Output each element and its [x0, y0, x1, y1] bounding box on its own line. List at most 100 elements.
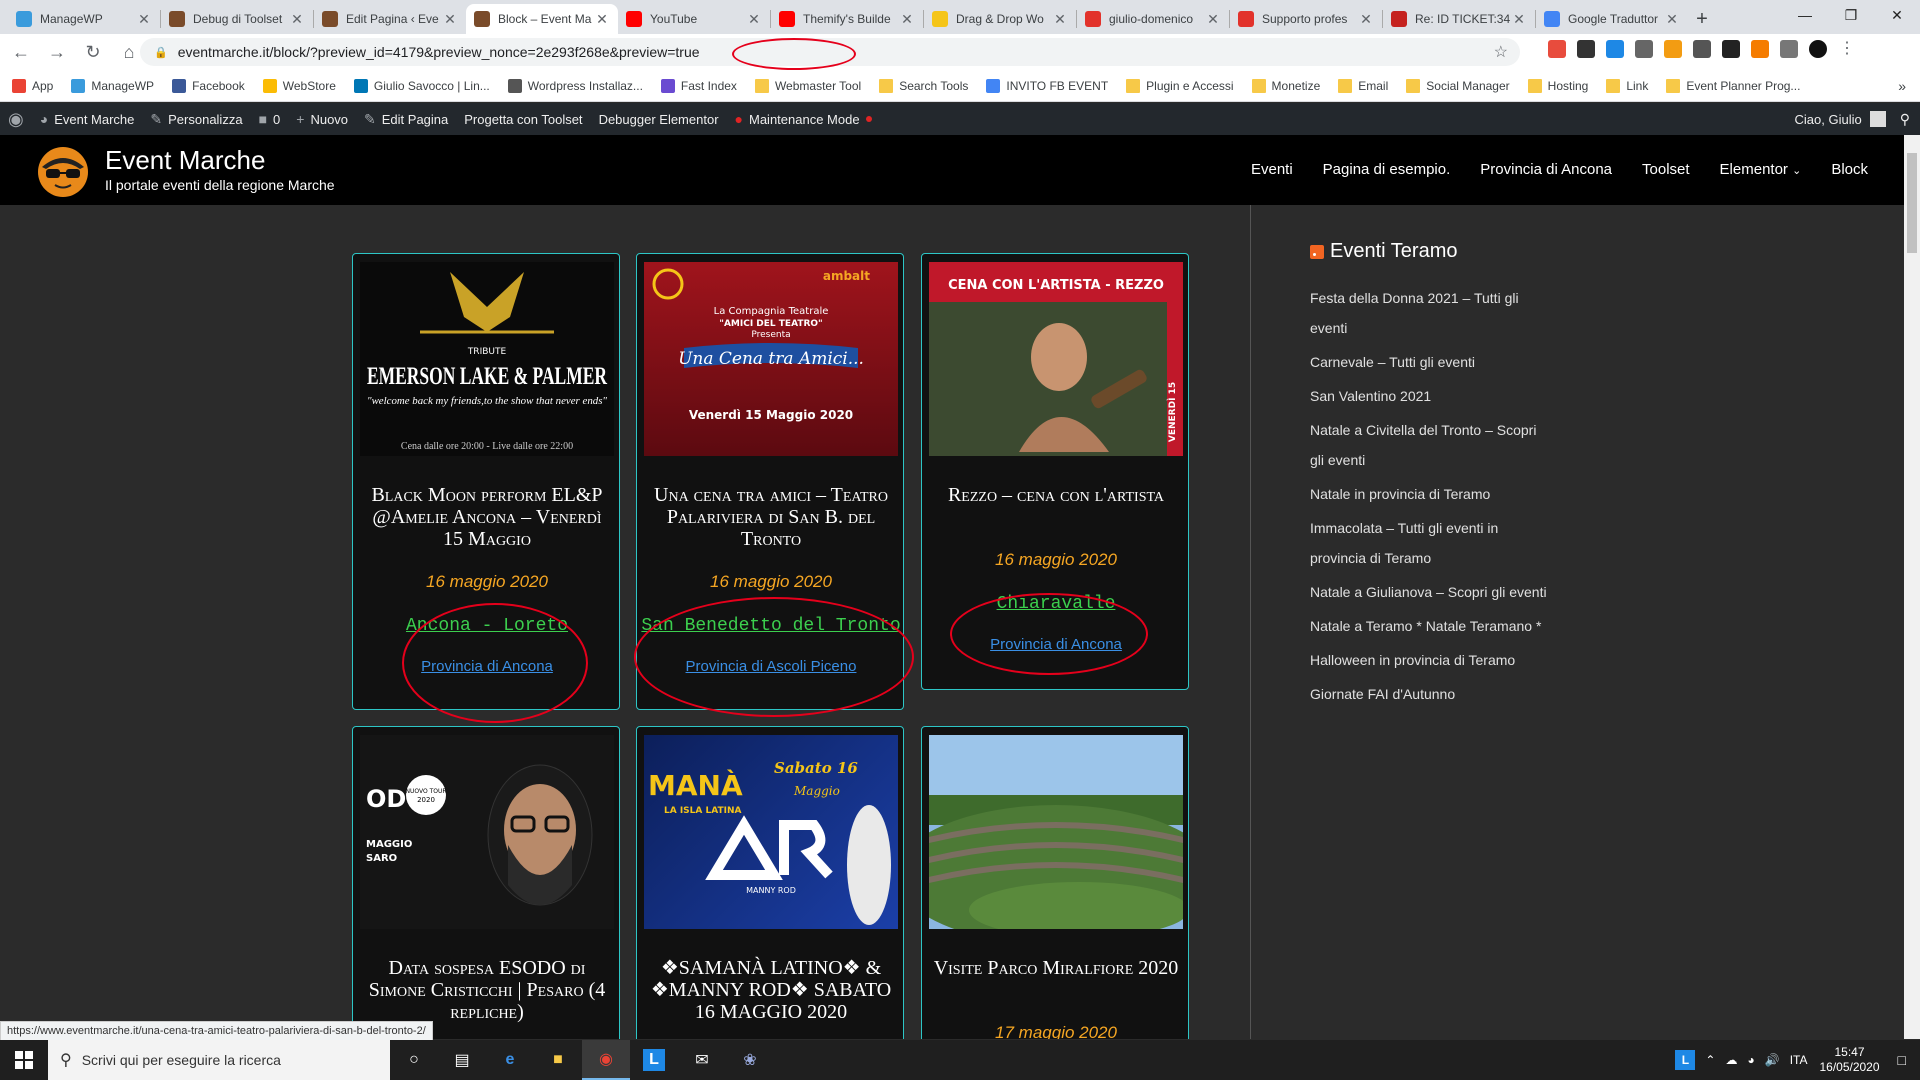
admin-toolset[interactable]: Progetta con Toolset [456, 112, 590, 127]
tab-close-icon[interactable]: ✕ [746, 11, 762, 28]
sidebar-event-link[interactable]: Natale in provincia di Teramo [1310, 479, 1550, 509]
browser-tab[interactable]: Google Traduttor ✕ [1536, 4, 1688, 34]
tab-close-icon[interactable]: ✕ [136, 11, 152, 28]
windows-start-icon[interactable] [0, 1040, 48, 1080]
new-tab-button[interactable]: + [1688, 4, 1716, 34]
minimize-icon[interactable]: — [1782, 0, 1828, 30]
browser-tab[interactable]: Debug di Toolset ✕ [161, 4, 313, 34]
sidebar-event-link[interactable]: Natale a Civitella del Tronto – Scopri g… [1310, 415, 1550, 475]
admin-site-name[interactable]: ◕ Event Marche [32, 111, 143, 127]
admin-comments[interactable]: ■ 0 [251, 111, 289, 127]
edge-icon[interactable]: e [486, 1040, 534, 1080]
back-icon[interactable]: ← [6, 37, 36, 67]
chrome-icon[interactable]: ◉ [582, 1040, 630, 1080]
event-card[interactable]: MANÀ LA ISLA LATINA Sabato 16 Maggio MAN… [636, 726, 904, 1039]
tab-close-icon[interactable]: ✕ [1052, 11, 1068, 28]
sidebar-event-link[interactable]: Carnevale – Tutti gli eventi [1310, 347, 1550, 377]
reload-icon[interactable]: ↻ [78, 37, 108, 67]
bookmark-folder[interactable]: Search Tools [879, 78, 968, 93]
cloud-icon[interactable]: ☁ [1725, 1053, 1737, 1067]
event-card[interactable]: ambalt La Compagnia Teatrale "AMICI DEL … [636, 253, 904, 710]
admin-search-icon[interactable]: ⚲ [1900, 111, 1910, 128]
event-card[interactable]: ODO NUOVO TOUR 2020 MAGGIO SARO Data sos… [352, 726, 620, 1039]
bookmark-item[interactable]: WebStore [262, 78, 336, 93]
rss-icon[interactable] [1310, 244, 1324, 259]
event-province-link[interactable]: Provincia di Ancona [353, 658, 621, 675]
browser-tab[interactable]: Themify's Builde ✕ [771, 4, 923, 34]
event-title[interactable]: Rezzo – cena con l'artista [930, 484, 1182, 506]
sidebar-event-link[interactable]: Natale a Giulianova – Scopri gli eventi [1310, 577, 1550, 607]
event-title[interactable]: Black Moon perform EL&P @Amelie Ancona –… [361, 484, 613, 550]
admin-maintenance-mode[interactable]: ● Maintenance Mode [727, 111, 880, 127]
tab-close-icon[interactable]: ✕ [1664, 11, 1680, 28]
bookmark-folder[interactable]: Social Manager [1406, 78, 1510, 93]
rss-extension-icon[interactable] [1751, 40, 1769, 58]
clock[interactable]: 15:47 16/05/2020 [1819, 1045, 1879, 1075]
browser-tab[interactable]: YouTube ✕ [618, 4, 770, 34]
browser-tab[interactable]: ManageWP ✕ [8, 4, 160, 34]
bookmark-item[interactable]: Facebook [172, 78, 245, 93]
camera-icon[interactable] [1635, 40, 1653, 58]
event-title[interactable]: Una cena tra amici – Teatro Palariviera … [645, 484, 897, 550]
pocket-icon[interactable] [1548, 40, 1566, 58]
event-location-link[interactable]: San Benedetto del Tronto [637, 616, 905, 636]
tab-close-icon[interactable]: ✕ [594, 11, 610, 28]
nav-provincia-ancona[interactable]: Provincia di Ancona [1480, 161, 1612, 178]
event-image[interactable] [929, 735, 1183, 929]
event-image[interactable]: MANÀ LA ISLA LATINA Sabato 16 Maggio MAN… [644, 735, 898, 929]
bookmark-star-icon[interactable]: ☆ [1494, 42, 1508, 62]
sidebar-event-link[interactable]: San Valentino 2021 [1310, 381, 1550, 411]
browser-tab[interactable]: Drag & Drop Wo ✕ [924, 4, 1076, 34]
event-image[interactable]: CENA CON L'ARTISTA - REZZO VENERDÌ 15 [929, 262, 1183, 456]
language-indicator[interactable]: ITA [1790, 1053, 1808, 1067]
nav-pagina-esempio[interactable]: Pagina di esempio. [1323, 161, 1451, 178]
bookmark-item[interactable]: App [12, 78, 53, 93]
profile-avatar[interactable] [1809, 40, 1827, 58]
pegasus-app-icon[interactable]: ❀ [726, 1040, 774, 1080]
admin-elementor-debugger[interactable]: Debugger Elementor [591, 112, 727, 127]
mail-icon[interactable]: ✉ [678, 1040, 726, 1080]
scrollbar-thumb[interactable] [1907, 153, 1917, 253]
cortana-icon[interactable]: ○ [390, 1040, 438, 1080]
tab-close-icon[interactable]: ✕ [1205, 11, 1221, 28]
site-title[interactable]: Event Marche [105, 145, 265, 176]
bookmark-folder[interactable]: Event Planner Prog... [1666, 78, 1800, 93]
bookmark-item[interactable]: Wordpress Installaz... [507, 78, 643, 93]
bookmark-item[interactable]: ManageWP [71, 78, 154, 93]
bookmark-folder[interactable]: Plugin e Accessi [1126, 78, 1234, 93]
sidebar-event-link[interactable]: Festa della Donna 2021 – Tutti gli event… [1310, 283, 1550, 343]
nav-elementor[interactable]: Elementor ⌄ [1720, 161, 1802, 178]
browser-tab[interactable]: Block – Event Ma ✕ [466, 4, 618, 34]
sidebar-event-link[interactable]: Immacolata – Tutti gli eventi in provinc… [1310, 513, 1550, 573]
event-image[interactable]: TRIBUTE EMERSON LAKE & PALMER "welcome b… [360, 262, 614, 456]
event-title[interactable]: Visite Parco Miralfiore 2020 [930, 957, 1182, 979]
bookmark-item[interactable]: INVITO FB EVENT [986, 78, 1108, 93]
browser-tab[interactable]: giulio-domenico ✕ [1077, 4, 1229, 34]
download-icon[interactable] [1606, 40, 1624, 58]
nav-block[interactable]: Block [1831, 161, 1868, 178]
sidebar-event-link[interactable]: Giornate FAI d'Autunno [1310, 679, 1550, 709]
reading-list-icon[interactable] [1780, 40, 1798, 58]
wifi-icon[interactable]: ◕ [1747, 1053, 1754, 1067]
tab-close-icon[interactable]: ✕ [289, 11, 305, 28]
tab-close-icon[interactable]: ✕ [442, 11, 458, 28]
nav-eventi[interactable]: Eventi [1251, 161, 1293, 178]
event-image[interactable]: ODO NUOVO TOUR 2020 MAGGIO SARO [360, 735, 614, 929]
bookmark-folder[interactable]: Email [1338, 78, 1388, 93]
event-image[interactable]: ambalt La Compagnia Teatrale "AMICI DEL … [644, 262, 898, 456]
l-tray-icon[interactable]: L [1675, 1050, 1696, 1070]
chevron-up-icon[interactable]: ⌃ [1705, 1053, 1715, 1067]
event-location-link[interactable]: Chiaravalle [922, 594, 1190, 614]
task-view-icon[interactable]: ▤ [438, 1040, 486, 1080]
admin-edit-page[interactable]: ✎ Edit Pagina [356, 111, 456, 128]
menu-kebab-icon[interactable]: ⋮ [1838, 40, 1856, 58]
event-title[interactable]: ❖SAMANÀ LATINO❖ & ❖MANNY ROD❖ SABATO 16 … [645, 957, 897, 1023]
browser-tab[interactable]: Re: ID TICKET:34 ✕ [1383, 4, 1535, 34]
bookmark-folder[interactable]: Monetize [1251, 78, 1320, 93]
bookmark-folder[interactable]: Link [1606, 78, 1648, 93]
browser-tab[interactable]: Edit Pagina ‹ Eve ✕ [314, 4, 466, 34]
admin-new[interactable]: + Nuovo [288, 111, 356, 127]
event-province-link[interactable]: Provincia di Ancona [922, 636, 1190, 653]
event-card[interactable]: Visite Parco Miralfiore 2020 17 maggio 2… [921, 726, 1189, 1039]
address-bar[interactable]: 🔒 eventmarche.it/block/?preview_id=4179&… [140, 38, 1520, 70]
